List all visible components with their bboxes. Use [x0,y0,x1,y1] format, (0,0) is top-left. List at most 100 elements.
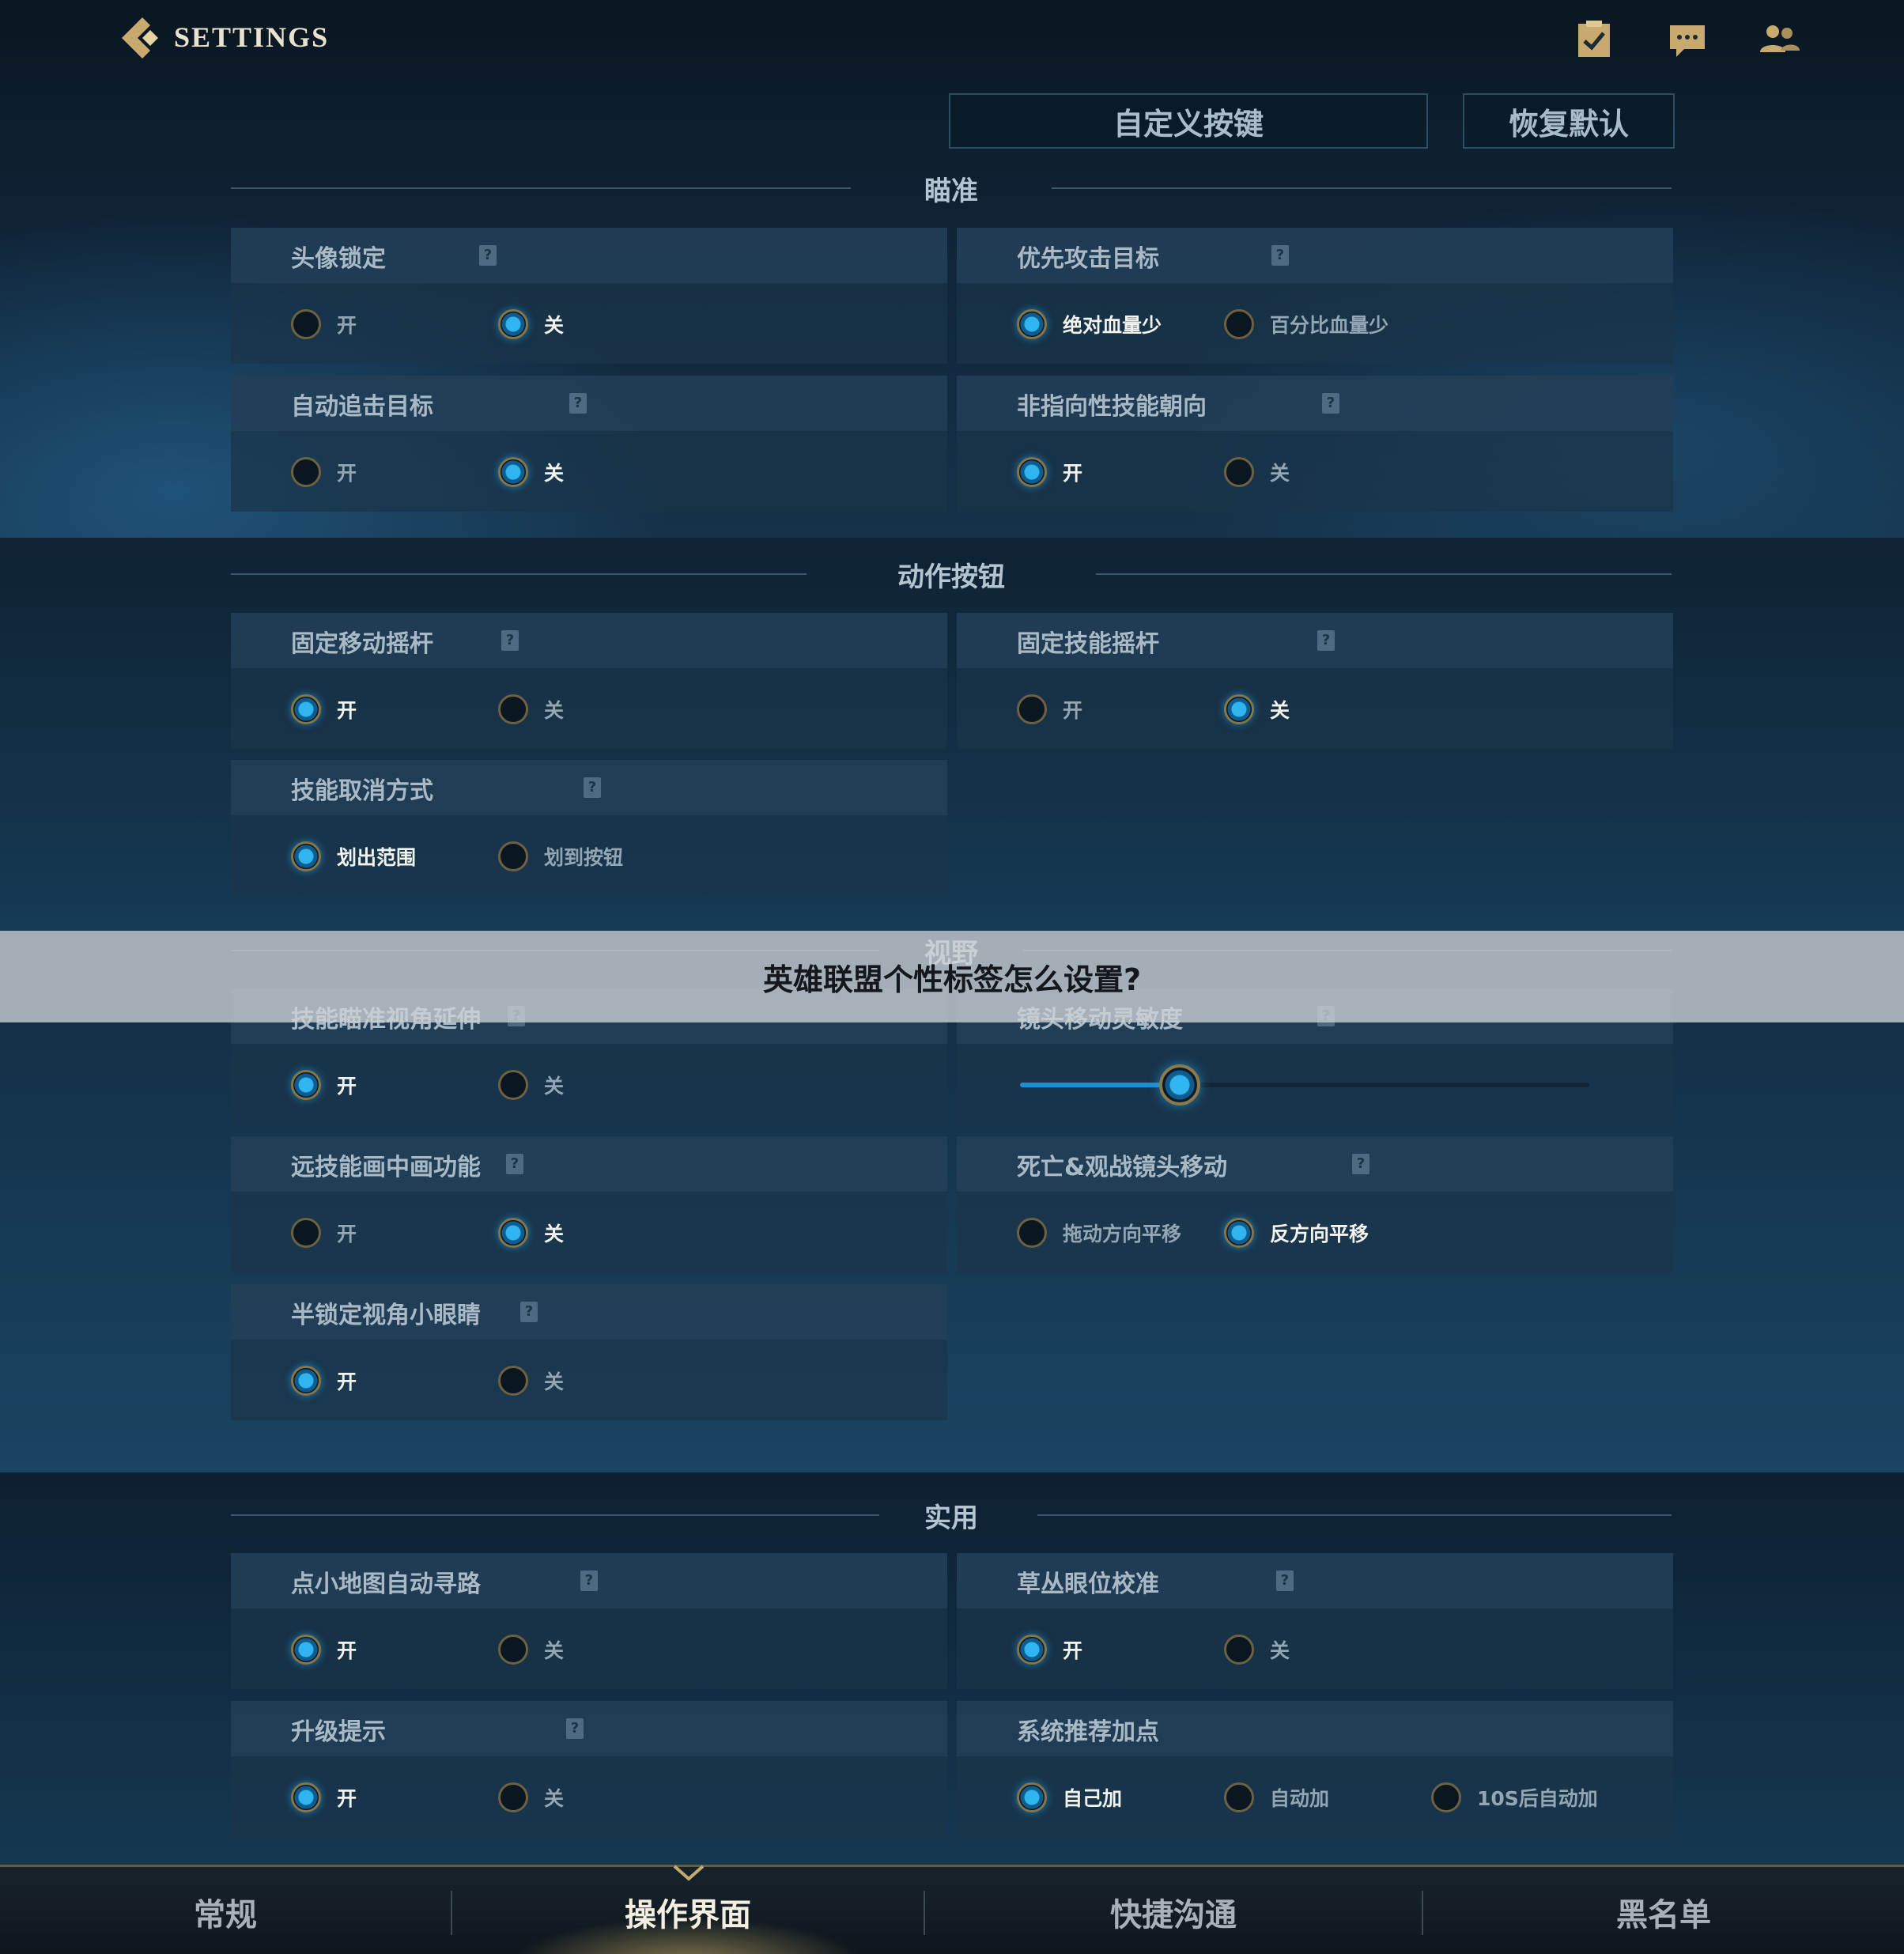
radio-selected-icon[interactable] [1017,1635,1047,1665]
radio-unselected-icon[interactable] [1017,1218,1047,1248]
radio-unselected-icon[interactable] [291,1218,321,1248]
tab-general[interactable]: 常规 [0,1867,451,1954]
radio-selected-icon[interactable] [1017,457,1047,487]
back-chevron-icon[interactable] [119,14,163,62]
radio-selected-icon[interactable] [1017,309,1047,339]
friends-icon[interactable] [1757,17,1801,62]
radio-option[interactable]: 绝对血量少 [1017,307,1162,342]
radio-option[interactable]: 开 [291,1632,357,1667]
setting-pip: 远技能画中画功能? 开 关 [231,1136,947,1272]
camera-sensitivity-slider[interactable] [1020,1061,1589,1109]
help-icon[interactable]: ? [569,393,587,414]
radio-option[interactable]: 关 [1224,1632,1290,1667]
radio-option[interactable]: 关 [498,1215,564,1250]
checklist-icon[interactable] [1572,17,1616,62]
chat-icon[interactable] [1665,17,1709,62]
radio-option[interactable]: 关 [498,1068,564,1102]
radio-selected-icon[interactable] [291,841,321,871]
radio-option[interactable]: 关 [498,455,564,489]
help-icon[interactable]: ? [506,1154,523,1174]
radio-option[interactable]: 10S后自动加 [1431,1780,1598,1815]
radio-option[interactable]: 关 [498,1632,564,1667]
radio-unselected-icon[interactable] [1431,1782,1461,1812]
radio-selected-icon[interactable] [291,1070,321,1100]
radio-unselected-icon[interactable] [291,309,321,339]
radio-option[interactable]: 开 [291,1780,357,1815]
radio-selected-icon[interactable] [498,1218,528,1248]
radio-selected-icon[interactable] [1224,694,1254,724]
help-icon[interactable]: ? [584,777,601,798]
radio-selected-icon[interactable] [291,1366,321,1396]
radio-option[interactable]: 开 [291,307,357,342]
radio-unselected-icon[interactable] [1224,457,1254,487]
radio-selected-icon[interactable] [291,1782,321,1812]
radio-unselected-icon[interactable] [498,1070,528,1100]
tab-quick-chat[interactable]: 快捷沟通 [925,1867,1422,1954]
radio-option[interactable]: 关 [1224,455,1290,489]
radio-option[interactable]: 自动加 [1224,1780,1329,1815]
radio-option[interactable]: 百分比血量少 [1224,307,1388,342]
custom-keys-button[interactable]: 自定义按键 [949,93,1428,149]
radio-option[interactable]: 开 [291,692,357,727]
radio-option[interactable]: 开 [1017,1632,1082,1667]
help-icon[interactable]: ? [501,630,519,651]
radio-option-label: 绝对血量少 [1063,314,1162,337]
help-icon[interactable]: ? [520,1302,538,1322]
radio-selected-icon[interactable] [1017,1782,1047,1812]
tab-blacklist[interactable]: 黑名单 [1423,1867,1904,1954]
setting-death-camera: 死亡&观战镜头移动? 拖动方向平移 反方向平移 [957,1136,1673,1272]
radio-selected-icon[interactable] [498,309,528,339]
radio-option-label: 自动加 [1270,1787,1330,1810]
setting-priority-target: 优先攻击目标? 绝对血量少 百分比血量少 [957,228,1673,364]
radio-option[interactable]: 开 [1017,692,1082,727]
help-icon[interactable]: ? [566,1718,584,1739]
radio-unselected-icon[interactable] [1224,1635,1254,1665]
radio-option-label: 划出范围 [337,846,417,869]
radio-unselected-icon[interactable] [498,1635,528,1665]
radio-option[interactable]: 反方向平移 [1224,1215,1369,1250]
radio-unselected-icon[interactable] [498,694,528,724]
radio-option[interactable]: 划到按钮 [498,839,623,874]
radio-option-label: 百分比血量少 [1270,314,1389,337]
radio-option[interactable]: 开 [291,1068,357,1102]
radio-unselected-icon[interactable] [498,1366,528,1396]
setting-label: 半锁定视角小眼睛 [291,1302,481,1329]
radio-option-label: 开 [1063,1639,1083,1662]
radio-option[interactable]: 拖动方向平移 [1017,1215,1181,1250]
help-icon[interactable]: ? [1276,1570,1294,1591]
radio-option-label: 开 [337,1639,357,1662]
radio-option[interactable]: 关 [1224,692,1290,727]
radio-option[interactable]: 关 [498,307,564,342]
radio-option-label: 关 [544,1787,565,1810]
radio-option[interactable]: 开 [1017,455,1082,489]
radio-option[interactable]: 关 [498,1780,564,1815]
radio-option[interactable]: 关 [498,1363,564,1398]
help-icon[interactable]: ? [1322,393,1339,414]
radio-unselected-icon[interactable] [1224,309,1254,339]
radio-selected-icon[interactable] [291,1635,321,1665]
radio-option[interactable]: 关 [498,692,564,727]
help-icon[interactable]: ? [580,1570,598,1591]
radio-unselected-icon[interactable] [498,1782,528,1812]
restore-default-button[interactable]: 恢复默认 [1463,93,1675,149]
slider-thumb[interactable] [1158,1064,1200,1106]
radio-option[interactable]: 自己加 [1017,1780,1122,1815]
radio-unselected-icon[interactable] [1017,694,1047,724]
radio-unselected-icon[interactable] [1224,1782,1254,1812]
setting-label: 优先攻击目标 [1017,245,1159,273]
help-icon[interactable]: ? [1271,245,1289,266]
help-icon[interactable]: ? [1317,630,1335,651]
radio-option-label: 关 [544,462,565,485]
radio-selected-icon[interactable] [498,457,528,487]
radio-selected-icon[interactable] [291,694,321,724]
radio-option[interactable]: 划出范围 [291,839,416,874]
radio-option[interactable]: 开 [291,455,357,489]
radio-option[interactable]: 开 [291,1363,357,1398]
radio-option[interactable]: 开 [291,1215,357,1250]
radio-unselected-icon[interactable] [291,457,321,487]
radio-selected-icon[interactable] [1224,1218,1254,1248]
setting-fixed-move-stick: 固定移动摇杆? 开 关 [231,613,947,749]
help-icon[interactable]: ? [1352,1154,1369,1174]
radio-unselected-icon[interactable] [498,841,528,871]
help-icon[interactable]: ? [479,245,497,266]
